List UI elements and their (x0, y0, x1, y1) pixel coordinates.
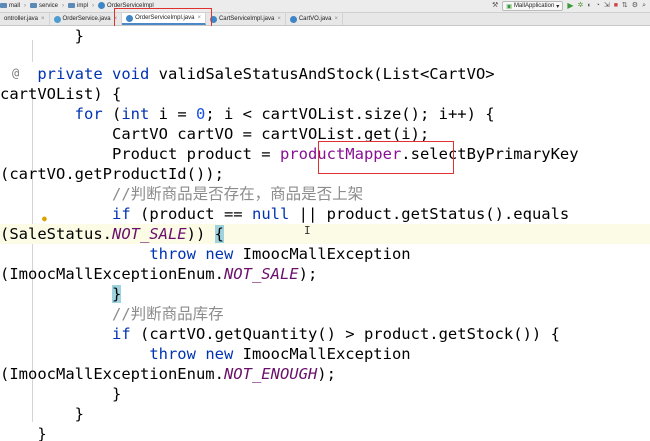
code-line: (SaleStatus.NOT_SALE)) { (0, 224, 650, 244)
code-token: throw (149, 345, 196, 363)
chevron-down-icon: ▾ (556, 3, 560, 10)
tab-cart-vo[interactable]: CartVO.java × (286, 13, 344, 25)
coverage-icon[interactable]: ◐ (587, 1, 591, 11)
code-line: throw new ImoocMallException (149, 345, 411, 363)
code-token: new (205, 245, 234, 263)
code-line: //判断商品库存 (0, 304, 650, 324)
code-highlight-box (318, 141, 454, 174)
code-token: if (111, 325, 131, 343)
matched-brace: } (111, 285, 122, 303)
code-token: NOT_SALE (111, 225, 187, 243)
code-line: } (0, 385, 122, 403)
breadcrumb-separator: › (24, 2, 27, 9)
breadcrumb-item-impl[interactable]: impl (68, 3, 88, 9)
text-cursor-icon: I (304, 224, 311, 237)
run-icon[interactable]: ▶ (567, 1, 573, 11)
code-token: private (37, 65, 103, 83)
tab-order-service[interactable]: OrderService.java × (50, 13, 123, 25)
code-line: cartVOList) { (0, 85, 122, 103)
tab-controller[interactable]: ontroller.java × (0, 13, 50, 25)
close-icon[interactable]: × (277, 16, 281, 22)
code-line: } (0, 284, 650, 304)
breadcrumb-item-service[interactable]: service (30, 3, 58, 9)
code-token: int (121, 105, 150, 123)
code-editor[interactable]: @ ● ⤢ } private void validSaleStatusAndS… (0, 26, 650, 441)
class-icon (289, 15, 297, 23)
stop-icon[interactable]: ■ (614, 1, 618, 11)
code-token: if (111, 205, 131, 223)
code-line: if (product == null || product.getStatus… (111, 205, 570, 223)
run-toolbar: ⚒ ▣ MallApplication ▾ ▶ ✲ ◐ ◔ ⇲ ■ ⇅ ⚙ ⌕ (492, 1, 646, 11)
matched-brace: { (214, 225, 224, 243)
code-token: NOT_SALE (223, 265, 299, 283)
code-line: throw new ImoocMallException (149, 245, 411, 263)
search-icon[interactable]: ⌕ (642, 1, 646, 11)
navigation-bar: mall › service › impl › OrderServiceImpl… (0, 0, 650, 13)
profile-icon[interactable]: ◔ (596, 1, 600, 11)
close-icon[interactable]: × (41, 16, 45, 22)
folder-icon (68, 3, 76, 8)
code-line: } (0, 425, 47, 441)
code-token: 0 (196, 105, 206, 123)
interface-icon (53, 15, 61, 23)
comment: //判断商品库存 (111, 305, 224, 323)
hammer-icon[interactable]: ⚒ (492, 1, 498, 11)
code-line: } (0, 27, 84, 45)
attach-icon[interactable]: ⇲ (604, 1, 610, 11)
code-token: for (74, 105, 103, 123)
folder-icon (0, 3, 7, 8)
code-token: void (112, 65, 150, 83)
breadcrumb-separator: › (92, 2, 95, 9)
code-token: null (251, 205, 290, 223)
code-token: new (205, 345, 234, 363)
editor-tabs: ontroller.java × OrderService.java × Order… (0, 13, 650, 26)
code-line: } (0, 405, 84, 423)
code-token: throw (149, 245, 196, 263)
code-line: for (int i = 0; i < cartVOList.size(); i… (74, 105, 495, 123)
code-line: (ImoocMallExceptionEnum.NOT_ENOUGH); (0, 365, 336, 383)
class-icon (98, 2, 106, 9)
folder-icon (30, 3, 38, 8)
code-line: if (cartVO.getQuantity() > product.getSt… (111, 325, 560, 343)
code-line: //判断商品是否存在，商品是否上架 (0, 184, 650, 204)
code-line: (ImoocMallExceptionEnum.NOT_SALE); (0, 265, 318, 283)
code-line: private void validSaleStatusAndStock(Lis… (37, 65, 495, 83)
app-icon: ▣ (506, 3, 512, 10)
tab-cart-service-impl[interactable]: CartServiceImpl.java × (206, 13, 286, 25)
git-icon[interactable]: ⇅ (622, 1, 628, 11)
breadcrumb-item-mall[interactable]: mall (0, 3, 20, 9)
run-config-select[interactable]: ▣ MallApplication ▾ (502, 1, 564, 11)
settings-icon[interactable]: ⚙ (632, 1, 638, 11)
debug-icon[interactable]: ✲ (577, 1, 583, 11)
breadcrumb-separator: › (62, 2, 65, 9)
code-token: NOT_ENOUGH (223, 365, 318, 383)
comment: //判断商品是否存在，商品是否上架 (111, 185, 364, 203)
close-icon[interactable]: × (335, 16, 339, 22)
